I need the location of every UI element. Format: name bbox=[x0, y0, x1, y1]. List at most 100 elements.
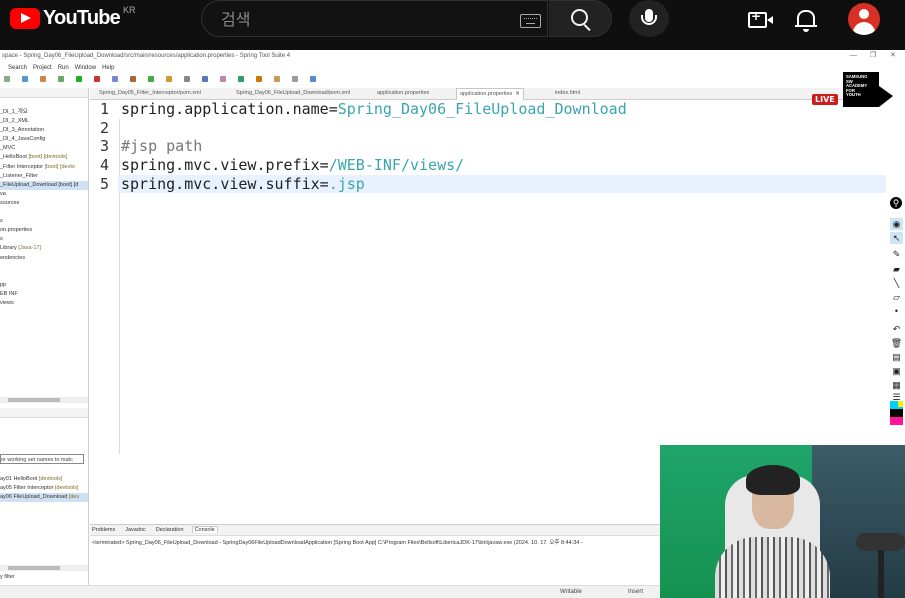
menu-item-run[interactable]: Run bbox=[58, 65, 69, 71]
tree-item[interactable]: va bbox=[0, 190, 88, 199]
toolbar-button-icon[interactable] bbox=[292, 76, 298, 82]
tree-item[interactable]: _FileUpload_Download [boot] [d bbox=[0, 180, 88, 190]
scrollbar-thumb[interactable] bbox=[8, 398, 60, 402]
toolbar-button-icon[interactable] bbox=[130, 76, 136, 82]
tree-item[interactable]: _Filter Interceptor [boot] [devto bbox=[0, 163, 88, 172]
tree-item[interactable] bbox=[0, 208, 88, 217]
console-tab-problems[interactable]: Problems bbox=[90, 527, 117, 533]
tree-item[interactable]: s bbox=[0, 217, 88, 226]
dot-icon[interactable]: • bbox=[890, 305, 903, 317]
close-icon[interactable]: ✕ bbox=[890, 50, 896, 62]
tree-item[interactable]: sources bbox=[0, 199, 88, 208]
swatch-yellow[interactable] bbox=[898, 401, 903, 407]
region-code: KR bbox=[122, 4, 136, 15]
highlighter-icon[interactable]: ▰ bbox=[890, 263, 903, 275]
toolbar-button-icon[interactable] bbox=[166, 76, 172, 82]
tree-item[interactable]: s bbox=[0, 235, 88, 244]
tree-item[interactable]: EB INF bbox=[0, 290, 88, 299]
tree-item[interactable]: Library [Java-17] bbox=[0, 244, 88, 253]
pen-tool-icon[interactable]: ⚲ bbox=[890, 197, 902, 209]
code-line[interactable]: #jsp path bbox=[121, 137, 202, 156]
line-icon[interactable]: ╲ bbox=[890, 277, 903, 289]
package-explorer-header bbox=[0, 88, 88, 98]
code-line[interactable]: spring.mvc.view.prefix=/WEB-INF/views/ bbox=[121, 156, 464, 175]
video-player[interactable]: space - Spring_Day06_FileUpload_Download… bbox=[0, 50, 905, 598]
toolbar-button-icon[interactable] bbox=[40, 76, 46, 82]
toolbar-button-icon[interactable] bbox=[274, 76, 280, 82]
search-button[interactable] bbox=[549, 0, 612, 37]
create-video-icon[interactable] bbox=[748, 9, 773, 28]
toolbar-button-icon[interactable] bbox=[202, 76, 208, 82]
package-tree: _DI_1_개요 _DI_2_XML _DI_3_Annotation _DI_4_J… bbox=[0, 98, 88, 308]
pointer-icon[interactable]: ↖ bbox=[890, 232, 903, 244]
package-explorer-scrollbar[interactable] bbox=[0, 397, 88, 403]
tree-item[interactable]: endencies bbox=[0, 254, 88, 263]
toolbar-button-icon[interactable] bbox=[184, 76, 190, 82]
account-avatar[interactable] bbox=[848, 3, 880, 35]
pen-icon[interactable]: ✎ bbox=[890, 248, 903, 260]
trash-icon[interactable]: 🗑 bbox=[890, 337, 903, 349]
menu-item-search[interactable]: Search bbox=[8, 65, 27, 71]
tree-item[interactable]: _Listener_Filter bbox=[0, 172, 88, 181]
notifications-icon[interactable] bbox=[795, 10, 817, 32]
minimize-icon[interactable]: — bbox=[850, 50, 857, 62]
tree-item[interactable]: ay05 Filter Interceptor [devtools] bbox=[0, 484, 88, 493]
swatch-black[interactable] bbox=[890, 409, 903, 417]
toolbar-button-icon[interactable] bbox=[58, 76, 64, 82]
working-set-filter-input[interactable]: or working set names to matc bbox=[0, 454, 84, 464]
tree-item[interactable]: on.properties bbox=[0, 226, 88, 235]
toolbar-button-icon[interactable] bbox=[94, 76, 100, 82]
editor-tab[interactable]: Spring_Day06_FileUpload_Download/pom.xml bbox=[233, 88, 353, 99]
toolbar-button-icon[interactable] bbox=[76, 76, 82, 82]
toolbar-button-icon[interactable] bbox=[310, 76, 316, 82]
tree-item[interactable]: _DI_4_JavaConfig bbox=[0, 135, 88, 144]
toolbar-button-icon[interactable] bbox=[4, 76, 10, 82]
tree-item[interactable] bbox=[0, 272, 88, 281]
editor-tab[interactable]: Spring_Day05_Filter_Interceptor/pom.xml bbox=[96, 88, 204, 99]
toolbar-button-icon[interactable] bbox=[112, 76, 118, 82]
toolbar-button-icon[interactable] bbox=[238, 76, 244, 82]
console-tab-declaration[interactable]: Declaration bbox=[154, 527, 186, 533]
menu-item-help[interactable]: Help bbox=[102, 65, 114, 71]
menu-item-window[interactable]: Window bbox=[75, 65, 96, 71]
tree-item[interactable]: pp bbox=[0, 281, 88, 290]
clipboard-icon[interactable]: ▦ bbox=[890, 379, 903, 391]
clear-icon[interactable]: ▤ bbox=[890, 351, 903, 363]
tree-item[interactable]: _MVC bbox=[0, 144, 88, 153]
console-tab-console[interactable]: Console bbox=[191, 526, 218, 533]
maximize-icon[interactable]: ❐ bbox=[870, 50, 876, 62]
undo-icon[interactable]: ↶ bbox=[890, 323, 903, 335]
toolbar-button-icon[interactable] bbox=[22, 76, 28, 82]
tree-item[interactable]: ay01 HelloBoot [devtools] bbox=[0, 475, 88, 484]
voice-search-button[interactable] bbox=[629, 0, 669, 37]
scrollbar-thumb[interactable] bbox=[8, 566, 60, 570]
tree-item[interactable]: _DI_1_개요 bbox=[0, 108, 88, 117]
code-line[interactable]: spring.application.name=Spring_Day06_Fil… bbox=[121, 100, 627, 119]
editor-tab[interactable]: index.html bbox=[552, 88, 583, 99]
keyboard-icon[interactable] bbox=[520, 14, 541, 28]
search-box[interactable] bbox=[201, 0, 548, 37]
editor-tab[interactable]: application.properties ✕ bbox=[456, 88, 524, 100]
toolbar-button-icon[interactable] bbox=[256, 76, 262, 82]
tree-item[interactable]: _DI_3_Annotation bbox=[0, 126, 88, 135]
menu-item-project[interactable]: Project bbox=[33, 65, 52, 71]
swatch-pink[interactable] bbox=[890, 417, 903, 425]
camera-icon[interactable]: ▣ bbox=[890, 365, 903, 377]
code-line[interactable]: spring.mvc.view.suffix=.jsp bbox=[118, 174, 886, 194]
toolbar-button-icon[interactable] bbox=[220, 76, 226, 82]
close-tab-icon[interactable]: ✕ bbox=[515, 91, 520, 97]
eraser-icon[interactable]: ▱ bbox=[890, 291, 903, 303]
boot-dashboard-scrollbar[interactable] bbox=[0, 565, 88, 571]
console-tab-javadoc[interactable]: Javadoc bbox=[123, 527, 148, 533]
editor-tab[interactable]: application.properties bbox=[374, 88, 432, 99]
tree-item[interactable]: _HelloBoot [boot] [devtools] bbox=[0, 153, 88, 162]
tree-item[interactable]: views bbox=[0, 299, 88, 308]
toolbar-button-icon[interactable] bbox=[148, 76, 154, 82]
tree-item[interactable]: _DI_2_XML bbox=[0, 117, 88, 126]
tree-item[interactable]: ay06 FileUpload_Download [dev bbox=[0, 493, 88, 503]
tree-item[interactable] bbox=[0, 263, 88, 272]
search-input[interactable] bbox=[219, 9, 503, 30]
youtube-logo[interactable]: YouTube KR bbox=[10, 4, 136, 30]
property-key: spring.application.name= bbox=[121, 100, 338, 118]
eye-icon[interactable]: ◉ bbox=[890, 218, 903, 230]
